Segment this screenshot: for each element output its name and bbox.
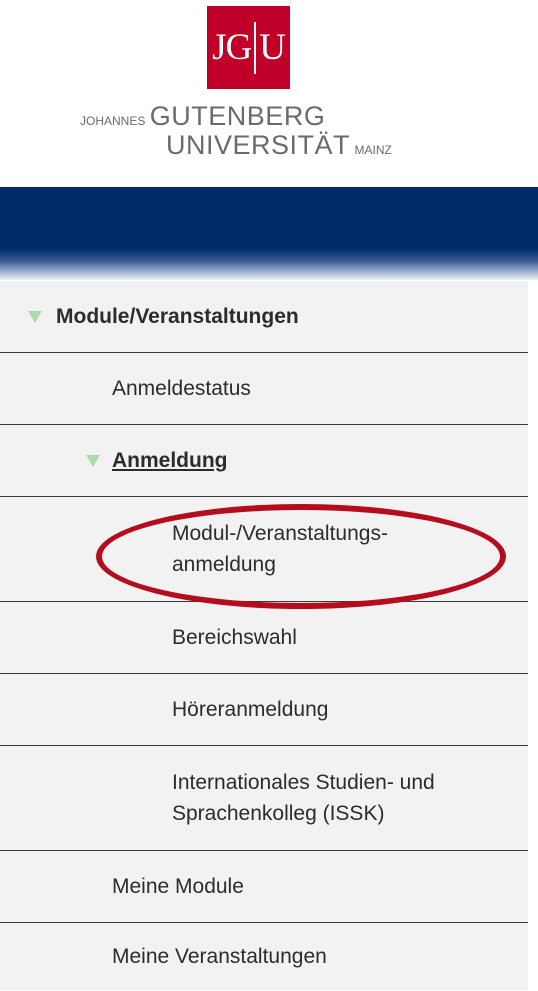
navigation-menu: Module/Veranstaltungen Anmeldestatus Anm… <box>0 281 528 990</box>
menu-item-anmeldestatus[interactable]: Anmeldestatus <box>0 353 528 425</box>
menu-item-label: Höreranmeldung <box>172 698 329 721</box>
triangle-down-icon <box>28 310 42 323</box>
menu-item-bereichswahl[interactable]: Bereichswahl <box>0 602 528 674</box>
menu-item-label: Bereichswahl <box>172 626 297 649</box>
menu-item-label: Module/Veranstaltungen <box>56 304 299 328</box>
menu-item-issk[interactable]: Internationales Studien- und Sprachenkol… <box>0 746 528 851</box>
menu-item-label-line2: Sprachenkolleg (ISSK) <box>172 802 385 825</box>
menu-item-meine-module[interactable]: Meine Module <box>0 851 528 923</box>
menu-item-label: Anmeldestatus <box>112 376 251 400</box>
menu-item-hoereranmeldung[interactable]: Höreranmeldung <box>0 674 528 746</box>
university-logo[interactable]: JG U JOHANNES GUTENBERG UNIVERSITÄT MAIN… <box>0 0 538 190</box>
menu-item-module-veranstaltungen[interactable]: Module/Veranstaltungen <box>0 281 528 353</box>
menu-item-label-line1: Internationales Studien- und <box>172 771 435 794</box>
menu-item-meine-veranstaltungen[interactable]: Meine Veranstaltungen <box>0 923 528 990</box>
logo-wordmark-line1: JOHANNES GUTENBERG <box>80 101 326 131</box>
menu-item-label: Anmeldung <box>112 448 228 472</box>
menu-item-anmeldung[interactable]: Anmeldung <box>0 425 528 497</box>
menu-item-label: Meine Veranstaltungen <box>112 944 327 968</box>
menu-item-modul-veranstaltungsanmeldung[interactable]: Modul-/Veranstaltungs- anmeldung <box>0 497 528 602</box>
menu-item-label-line2: anmeldung <box>172 553 276 576</box>
logo-divider <box>254 21 257 74</box>
navigation-header-band <box>0 187 538 280</box>
jgu-logo-mark: JG U <box>207 6 290 89</box>
menu-item-label-line1: Modul-/Veranstaltungs- <box>172 522 388 545</box>
logo-wordmark-line2: UNIVERSITÄT MAINZ <box>166 130 392 160</box>
menu-item-label: Meine Module <box>112 874 244 898</box>
triangle-down-icon <box>86 454 100 467</box>
